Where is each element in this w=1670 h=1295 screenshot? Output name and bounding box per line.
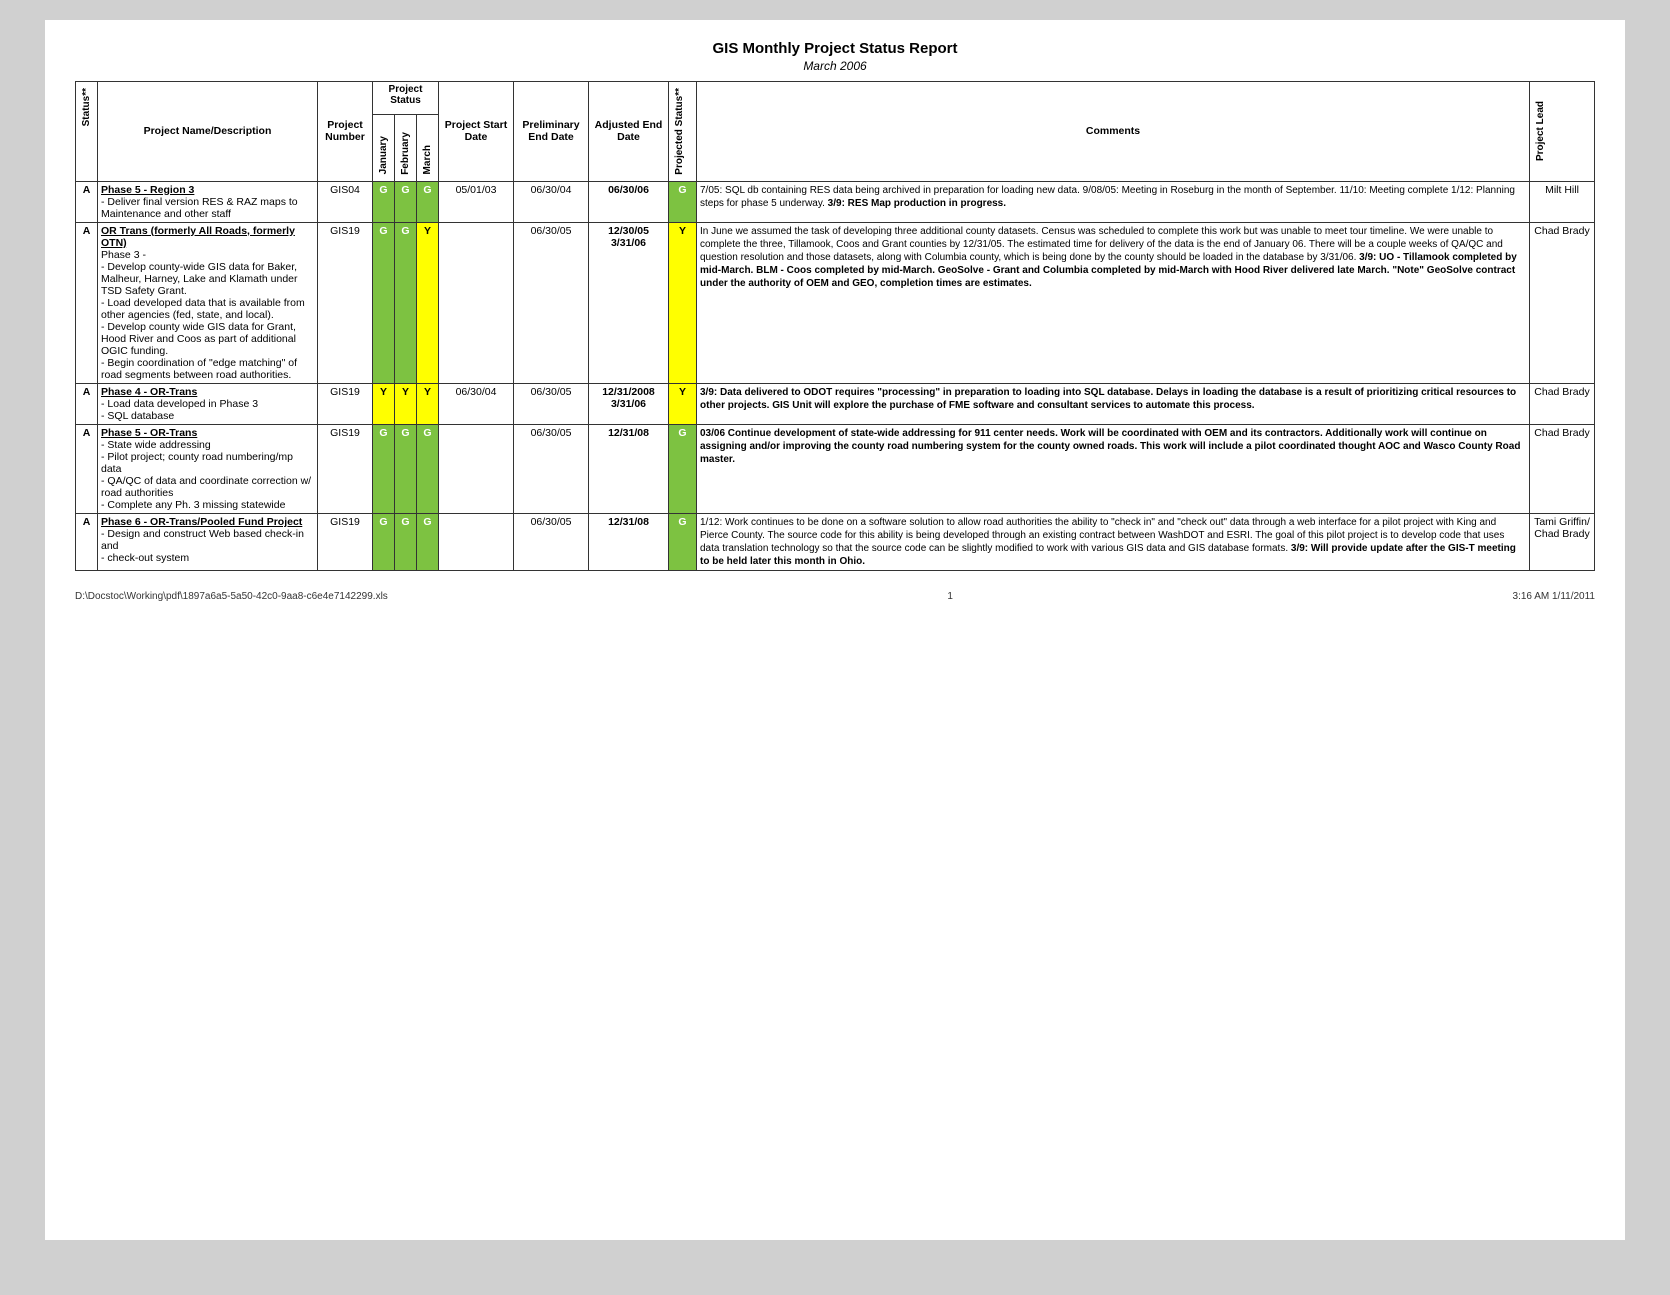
row-february-status: G <box>395 181 417 222</box>
row-january-status: G <box>373 222 395 383</box>
table-row: APhase 5 - Region 3- Deliver final versi… <box>76 181 1595 222</box>
row-project-name: Phase 6 - OR-Trans/Pooled Fund Project- … <box>98 513 318 570</box>
row-february-status: G <box>395 513 417 570</box>
march-header: March <box>417 114 439 181</box>
row-project-name: OR Trans (formerly All Roads, formerly O… <box>98 222 318 383</box>
report-table: Status** Project Name/Description Projec… <box>75 81 1595 571</box>
row-comments: 1/12: Work continues to be done on a sof… <box>697 513 1530 570</box>
project-name-header: Project Name/Description <box>98 82 318 182</box>
row-adj-end: 12/31/08 <box>589 513 669 570</box>
february-header: February <box>395 114 417 181</box>
january-header: January <box>373 114 395 181</box>
row-january-status: G <box>373 513 395 570</box>
row-start-date <box>439 513 514 570</box>
row-prelim-end: 06/30/05 <box>514 222 589 383</box>
footer: D:\Docstoc\Working\pdf\1897a6a5-5a50-42c… <box>75 591 1595 602</box>
row-project-number: GIS19 <box>318 222 373 383</box>
row-prelim-end: 06/30/04 <box>514 181 589 222</box>
footer-center: 1 <box>388 591 1513 602</box>
row-start-date: 06/30/04 <box>439 383 514 424</box>
row-comments: 3/9: Data delivered to ODOT requires "pr… <box>697 383 1530 424</box>
row-comments: 7/05: SQL db containing RES data being a… <box>697 181 1530 222</box>
row-status: A <box>76 181 98 222</box>
table-row: APhase 4 - OR-Trans- Load data developed… <box>76 383 1595 424</box>
row-prelim-end: 06/30/05 <box>514 513 589 570</box>
row-projected-status: Y <box>669 383 697 424</box>
row-start-date <box>439 424 514 513</box>
row-project-number: GIS19 <box>318 424 373 513</box>
row-prelim-end: 06/30/05 <box>514 383 589 424</box>
row-january-status: Y <box>373 383 395 424</box>
report-title: GIS Monthly Project Status Report <box>75 40 1595 57</box>
row-march-status: Y <box>417 383 439 424</box>
row-february-status: G <box>395 424 417 513</box>
proj-status-header: Projected Status** <box>669 82 697 182</box>
table-row: APhase 5 - OR-Trans- State wide addressi… <box>76 424 1595 513</box>
report-subtitle: March 2006 <box>75 59 1595 73</box>
row-prelim-end: 06/30/05 <box>514 424 589 513</box>
row-project-number: GIS19 <box>318 383 373 424</box>
row-project-lead: Milt Hill <box>1530 181 1595 222</box>
row-adj-end: 12/30/05 3/31/06 <box>589 222 669 383</box>
table-row: AOR Trans (formerly All Roads, formerly … <box>76 222 1595 383</box>
row-march-status: G <box>417 424 439 513</box>
header-row-1: Status** Project Name/Description Projec… <box>76 82 1595 115</box>
row-march-status: G <box>417 181 439 222</box>
row-project-lead: Chad Brady <box>1530 424 1595 513</box>
table-row: APhase 6 - OR-Trans/Pooled Fund Project-… <box>76 513 1595 570</box>
row-adj-end: 12/31/2008 3/31/06 <box>589 383 669 424</box>
project-status-group-header: Project Status <box>373 82 439 115</box>
row-project-number: GIS04 <box>318 181 373 222</box>
row-status: A <box>76 424 98 513</box>
row-status: A <box>76 222 98 383</box>
lead-header: Project Lead <box>1530 82 1595 182</box>
row-status: A <box>76 383 98 424</box>
row-projected-status: Y <box>669 222 697 383</box>
report-page: GIS Monthly Project Status Report March … <box>45 20 1625 1240</box>
row-status: A <box>76 513 98 570</box>
adj-end-header: Adjusted End Date <box>589 82 669 182</box>
project-number-header: Project Number <box>318 82 373 182</box>
row-march-status: G <box>417 513 439 570</box>
comments-header: Comments <box>697 82 1530 182</box>
row-project-name: Phase 4 - OR-Trans- Load data developed … <box>98 383 318 424</box>
row-projected-status: G <box>669 424 697 513</box>
prelim-end-header: Preliminary End Date <box>514 82 589 182</box>
row-comments: 03/06 Continue development of state-wide… <box>697 424 1530 513</box>
row-march-status: Y <box>417 222 439 383</box>
row-adj-end: 06/30/06 <box>589 181 669 222</box>
row-project-name: Phase 5 - Region 3- Deliver final versio… <box>98 181 318 222</box>
row-project-lead: Chad Brady <box>1530 222 1595 383</box>
row-start-date: 05/01/03 <box>439 181 514 222</box>
row-project-lead: Chad Brady <box>1530 383 1595 424</box>
row-projected-status: G <box>669 181 697 222</box>
row-comments: In June we assumed the task of developin… <box>697 222 1530 383</box>
row-february-status: Y <box>395 383 417 424</box>
row-january-status: G <box>373 424 395 513</box>
row-january-status: G <box>373 181 395 222</box>
footer-left: D:\Docstoc\Working\pdf\1897a6a5-5a50-42c… <box>75 591 388 602</box>
row-project-name: Phase 5 - OR-Trans- State wide addressin… <box>98 424 318 513</box>
row-start-date <box>439 222 514 383</box>
footer-right: 3:16 AM 1/11/2011 <box>1513 591 1595 602</box>
status-header: Status** <box>76 82 98 182</box>
row-project-number: GIS19 <box>318 513 373 570</box>
row-adj-end: 12/31/08 <box>589 424 669 513</box>
row-february-status: G <box>395 222 417 383</box>
row-projected-status: G <box>669 513 697 570</box>
start-date-header: Project Start Date <box>439 82 514 182</box>
row-project-lead: Tami Griffin/ Chad Brady <box>1530 513 1595 570</box>
